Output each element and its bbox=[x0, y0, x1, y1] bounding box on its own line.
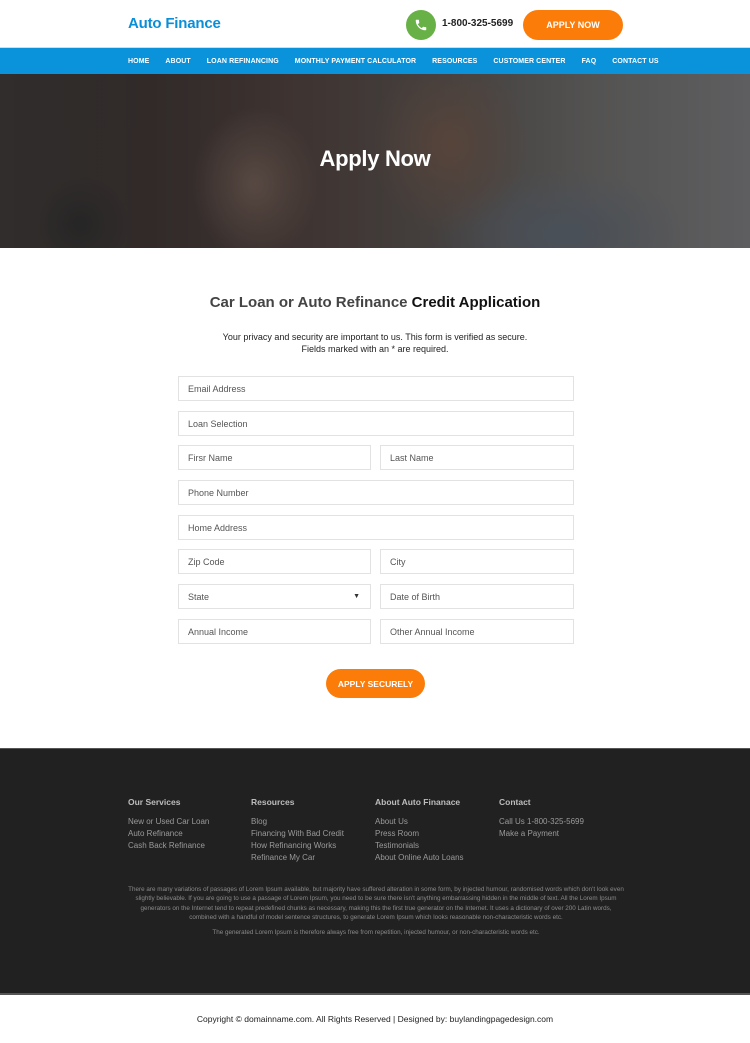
footer-paragraph-1: There are many variations of passages of… bbox=[128, 886, 624, 921]
footer-paragraph-2: The generated Lorem Ipsum is therefore a… bbox=[212, 929, 540, 937]
footer-col-title: Contact bbox=[499, 797, 531, 807]
main-nav: HOME ABOUT LOAN REFINANCING MONTHLY PAYM… bbox=[0, 48, 750, 74]
phone-number-field[interactable]: Phone Number bbox=[178, 480, 574, 505]
footer-col-resources: Resources Blog Financing With Bad Credit… bbox=[251, 797, 344, 864]
privacy-line-2: Fields marked with an * are required. bbox=[301, 344, 449, 354]
hero-title: Apply Now bbox=[319, 146, 431, 171]
nav-customer-center[interactable]: CUSTOMER CENTER bbox=[493, 58, 565, 65]
annual-income-field[interactable]: Annual Income bbox=[178, 619, 371, 644]
nav-faq[interactable]: FAQ bbox=[582, 58, 597, 65]
footer-col-contact: Contact Call Us 1-800-325-5699 Make a Pa… bbox=[499, 797, 584, 840]
copyright-bar: Copyright © domainname.com. All Rights R… bbox=[0, 993, 750, 1043]
state-select[interactable]: State ▼ bbox=[178, 584, 371, 609]
date-of-birth-field[interactable]: Date of Birth bbox=[380, 584, 574, 609]
footer-link[interactable]: Auto Refinance bbox=[128, 828, 209, 840]
footer-col-title: About Auto Finanace bbox=[375, 797, 461, 807]
caret-down-icon: ▼ bbox=[353, 593, 360, 600]
apply-securely-button[interactable]: APPLY SECURELY bbox=[326, 669, 425, 698]
credit-application-form: Car Loan or Auto Refinance Credit Applic… bbox=[0, 248, 750, 748]
header-phone-number[interactable]: 1-800-325-5699 bbox=[442, 18, 513, 29]
nav-about[interactable]: ABOUT bbox=[165, 58, 190, 65]
nav-loan-refinancing[interactable]: LOAN REFINANCING bbox=[207, 58, 279, 65]
site-header: Auto Finance 1-800-325-5699 APPLY NOW bbox=[0, 0, 750, 48]
apply-now-button[interactable]: APPLY NOW bbox=[523, 10, 623, 40]
home-address-field[interactable]: Home Address bbox=[178, 515, 574, 540]
footer-link[interactable]: Cash Back Refinance bbox=[128, 840, 209, 852]
footer-col-services: Our Services New or Used Car Loan Auto R… bbox=[128, 797, 209, 852]
privacy-line-1: Your privacy and security are important … bbox=[222, 332, 528, 342]
first-name-field[interactable]: Firsr Name bbox=[178, 445, 371, 470]
logo[interactable]: Auto Finance bbox=[128, 15, 221, 32]
footer-link[interactable]: Press Room bbox=[375, 828, 464, 840]
footer-link[interactable]: Blog bbox=[251, 816, 344, 828]
footer-link[interactable]: New or Used Car Loan bbox=[128, 816, 209, 828]
loan-selection-field[interactable]: Loan Selection bbox=[178, 411, 574, 436]
footer-link[interactable]: Call Us 1-800-325-5699 bbox=[499, 816, 584, 828]
state-select-value: State bbox=[188, 591, 210, 602]
footer-link[interactable]: Make a Payment bbox=[499, 828, 584, 840]
footer-link[interactable]: Testimonials bbox=[375, 840, 464, 852]
footer-col-title: Resources bbox=[251, 797, 295, 807]
footer-description: There are many variations of passages of… bbox=[128, 885, 624, 937]
footer-link[interactable]: About Online Auto Loans bbox=[375, 852, 464, 864]
footer-link[interactable]: How Refinancing Works bbox=[251, 840, 344, 852]
other-annual-income-field[interactable]: Other Annual Income bbox=[380, 619, 574, 644]
footer-link[interactable]: About Us bbox=[375, 816, 464, 828]
site-footer: Our Services New or Used Car Loan Auto R… bbox=[0, 748, 750, 993]
phone-glyph-icon bbox=[415, 19, 427, 31]
city-field[interactable]: City bbox=[380, 549, 574, 574]
form-heading-light: Car Loan or Auto Refinance bbox=[209, 294, 412, 311]
nav-monthly-payment-calculator[interactable]: MONTHLY PAYMENT CALCULATOR bbox=[295, 58, 416, 65]
nav-contact-us[interactable]: CONTACT US bbox=[612, 58, 658, 65]
privacy-notice: Your privacy and security are important … bbox=[0, 331, 750, 355]
phone-icon bbox=[406, 10, 436, 40]
hero-banner: Apply Now bbox=[0, 74, 750, 248]
footer-link[interactable]: Financing With Bad Credit bbox=[251, 828, 344, 840]
footer-col-title: Our Services bbox=[128, 797, 181, 807]
form-heading: Car Loan or Auto Refinance Credit Applic… bbox=[0, 294, 750, 311]
nav-resources[interactable]: RESOURCES bbox=[432, 58, 477, 65]
last-name-field[interactable]: Last Name bbox=[380, 445, 574, 470]
footer-link[interactable]: Refinance My Car bbox=[251, 852, 344, 864]
footer-col-about: About Auto Finanace About Us Press Room … bbox=[375, 797, 464, 864]
nav-home[interactable]: HOME bbox=[128, 58, 149, 65]
zip-code-field[interactable]: Zip Code bbox=[178, 549, 371, 574]
email-field[interactable]: Email Address bbox=[178, 376, 574, 401]
form-heading-bold: Credit Application bbox=[411, 294, 541, 311]
